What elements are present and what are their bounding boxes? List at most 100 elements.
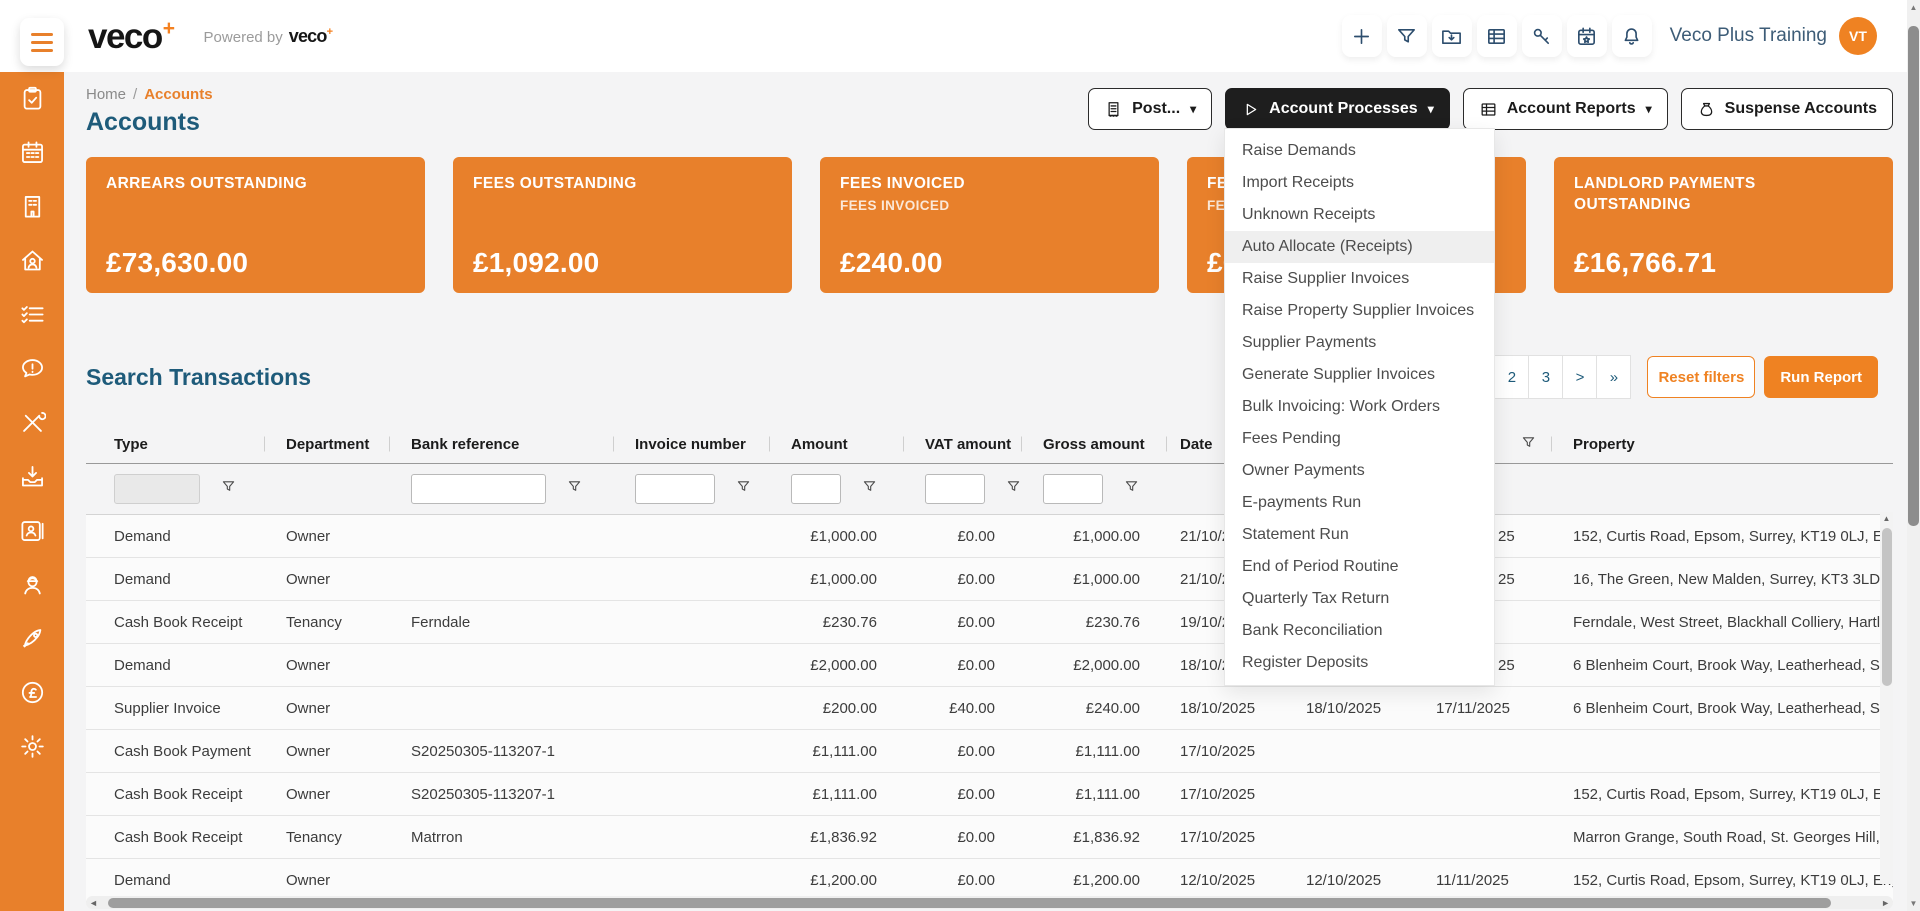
- table-horizontal-scrollbar[interactable]: ◄ ►: [86, 896, 1893, 909]
- filter-input-gross-amount[interactable]: [1043, 474, 1103, 504]
- menu-item-raise-property-supplier-invoices[interactable]: Raise Property Supplier Invoices: [1225, 295, 1494, 327]
- sidebar-item-downloads-tray[interactable]: [18, 463, 46, 490]
- sidebar-item-accounts-pound[interactable]: [18, 679, 46, 706]
- table-row[interactable]: Cash Book Receipt Owner S20250305-113207-1…: [86, 773, 1893, 816]
- filter-input-vat-amount[interactable]: [925, 474, 985, 504]
- page-button-2[interactable]: 2: [1494, 355, 1530, 399]
- scroll-up-arrow[interactable]: ▲: [1880, 514, 1893, 523]
- breadcrumb-home[interactable]: Home: [86, 86, 126, 103]
- menu-item-bulk-invoicing-work-orders[interactable]: Bulk Invoicing: Work Orders: [1225, 391, 1494, 423]
- scrollbar-thumb[interactable]: [1881, 528, 1892, 686]
- column-header-department[interactable]: Department: [264, 425, 389, 463]
- kpi-card-fees-outstanding[interactable]: FEES OUTSTANDING £1,092.00: [453, 157, 792, 293]
- filter-funnel-icon[interactable]: [1520, 434, 1537, 451]
- sidebar-item-settings-gear[interactable]: [18, 733, 46, 760]
- filter-input-invoice-number[interactable]: [635, 474, 715, 504]
- menu-item-owner-payments[interactable]: Owner Payments: [1225, 455, 1494, 487]
- table-row[interactable]: Demand Owner £2,000.00 £0.00 £2,000.00 18/10/…: [86, 644, 1893, 687]
- scrollbar-thumb[interactable]: [108, 897, 1831, 908]
- sidebar-item-contacts-card[interactable]: [18, 517, 46, 544]
- scrollbar-thumb[interactable]: [1908, 26, 1919, 526]
- scroll-left-arrow[interactable]: ◄: [89, 896, 98, 909]
- folder-import-icon[interactable]: [1431, 15, 1472, 57]
- menu-item-end-of-period-routine[interactable]: End of Period Routine: [1225, 551, 1494, 583]
- menu-item-quarterly-tax-return[interactable]: Quarterly Tax Return: [1225, 583, 1494, 615]
- reset-filters-button[interactable]: Reset filters: [1647, 356, 1756, 398]
- page-button-3[interactable]: 3: [1528, 355, 1564, 399]
- key-icon[interactable]: [1521, 15, 1562, 57]
- menu-item-e-payments-run[interactable]: E-payments Run: [1225, 487, 1494, 519]
- cell-property: 16, The Green, New Malden, Surrey, KT3 3…: [1573, 570, 1893, 588]
- table-icon: [1481, 102, 1496, 116]
- table-row[interactable]: Demand Owner £1,000.00 £0.00 £1,000.00 21/10/…: [86, 515, 1893, 558]
- filter-input-bank-reference[interactable]: [411, 474, 546, 504]
- kpi-card-landlord-payments-outstanding[interactable]: LANDLORD PAYMENTS OUTSTANDING £16,766.71: [1554, 157, 1893, 293]
- filter-funnel-icon[interactable]: [1123, 478, 1140, 495]
- menu-item-generate-supplier-invoices[interactable]: Generate Supplier Invoices: [1225, 359, 1494, 391]
- menu-item-unknown-receipts[interactable]: Unknown Receipts: [1225, 199, 1494, 231]
- filter-funnel-icon[interactable]: [220, 478, 237, 495]
- column-header-property[interactable]: Property: [1551, 425, 1893, 463]
- scroll-down-arrow[interactable]: ▼: [1907, 899, 1920, 908]
- kpi-card-arrears-outstanding[interactable]: ARREARS OUTSTANDING £73,630.00: [86, 157, 425, 293]
- filter-funnel-icon[interactable]: [861, 478, 878, 495]
- menu-item-import-receipts[interactable]: Import Receipts: [1225, 167, 1494, 199]
- menu-item-fees-pending[interactable]: Fees Pending: [1225, 423, 1494, 455]
- column-header-amount[interactable]: Amount: [769, 425, 903, 463]
- scroll-right-arrow[interactable]: ►: [1881, 896, 1890, 909]
- column-header-vat-amount[interactable]: VAT amount: [903, 425, 1021, 463]
- sidebar-item-enquiries-bubble[interactable]: [18, 355, 46, 382]
- account-reports-button[interactable]: Account Reports ▾: [1462, 88, 1668, 130]
- filter-funnel-icon[interactable]: [1005, 478, 1022, 495]
- cell-bank-reference: [389, 515, 613, 557]
- sidebar-item-buildings[interactable]: [18, 193, 46, 220]
- page-vertical-scrollbar[interactable]: ▲ ▼: [1907, 0, 1920, 911]
- filter-funnel-icon[interactable]: [735, 478, 752, 495]
- sidebar-item-contractor[interactable]: [18, 571, 46, 598]
- scroll-up-arrow[interactable]: ▲: [1907, 3, 1920, 12]
- avatar[interactable]: VT: [1839, 17, 1877, 55]
- menu-item-register-deposits[interactable]: Register Deposits: [1225, 647, 1494, 679]
- page-button-last[interactable]: »: [1596, 355, 1632, 399]
- cell-date: 17/10/2025: [1180, 742, 1256, 760]
- table-row[interactable]: Cash Book Payment Owner S20250305-113207-1…: [86, 730, 1893, 773]
- add-icon[interactable]: [1341, 15, 1382, 57]
- grid-table-icon[interactable]: [1476, 15, 1517, 57]
- menu-item-auto-allocate-receipts[interactable]: Auto Allocate (Receipts): [1225, 231, 1494, 263]
- column-header-gross-amount[interactable]: Gross amount: [1021, 425, 1166, 463]
- account-name[interactable]: Veco Plus Training: [1670, 25, 1827, 47]
- table-row[interactable]: Cash Book Receipt Tenancy Matrron £1,836.92…: [86, 816, 1893, 859]
- sidebar-item-checklist[interactable]: [18, 301, 46, 328]
- table-vertical-scrollbar[interactable]: ▲: [1880, 512, 1893, 884]
- sidebar-item-tasks-clipboard[interactable]: [18, 85, 46, 112]
- account-processes-button[interactable]: Account Processes ▾: [1225, 88, 1450, 130]
- menu-item-raise-demands[interactable]: Raise Demands: [1225, 135, 1494, 167]
- table-row[interactable]: Supplier Invoice Owner £200.00 £40.00 £240.0…: [86, 687, 1893, 730]
- filter-input-type[interactable]: [114, 474, 200, 504]
- post-button[interactable]: Post... ▾: [1088, 88, 1213, 130]
- kpi-card-fees-invoiced[interactable]: FEES INVOICED FEES INVOICED £240.00: [820, 157, 1159, 293]
- filter-input-amount[interactable]: [791, 474, 841, 504]
- hamburger-menu-button[interactable]: [20, 18, 64, 66]
- table-row[interactable]: Demand Owner £1,000.00 £0.00 £1,000.00 21/10/…: [86, 558, 1893, 601]
- column-header-bank-reference[interactable]: Bank reference: [389, 425, 613, 463]
- sidebar-item-rocket-launch[interactable]: [18, 625, 46, 652]
- menu-item-statement-run[interactable]: Statement Run: [1225, 519, 1494, 551]
- notifications-bell-icon[interactable]: [1611, 15, 1652, 57]
- filter-icon[interactable]: [1386, 15, 1427, 57]
- column-header-invoice-number[interactable]: Invoice number: [613, 425, 769, 463]
- run-report-button[interactable]: Run Report: [1764, 356, 1878, 398]
- menu-item-raise-supplier-invoices[interactable]: Raise Supplier Invoices: [1225, 263, 1494, 295]
- table-row[interactable]: Cash Book Receipt Tenancy Ferndale £230.76 £…: [86, 601, 1893, 644]
- calendar-event-icon[interactable]: [1566, 15, 1607, 57]
- page-button-next[interactable]: >: [1562, 355, 1598, 399]
- suspense-accounts-button[interactable]: Suspense Accounts: [1680, 88, 1893, 130]
- sidebar-item-landlord-home[interactable]: [18, 247, 46, 274]
- menu-item-bank-reconciliation[interactable]: Bank Reconciliation: [1225, 615, 1494, 647]
- sidebar-item-maintenance-tools[interactable]: [18, 409, 46, 436]
- filter-funnel-icon[interactable]: [566, 478, 583, 495]
- sidebar-item-calendar[interactable]: [18, 139, 46, 166]
- menu-item-supplier-payments[interactable]: Supplier Payments: [1225, 327, 1494, 359]
- cell-property: 152, Curtis Road, Epsom, Surrey, KT19 0L…: [1573, 527, 1893, 545]
- column-header-type[interactable]: Type: [86, 425, 264, 463]
